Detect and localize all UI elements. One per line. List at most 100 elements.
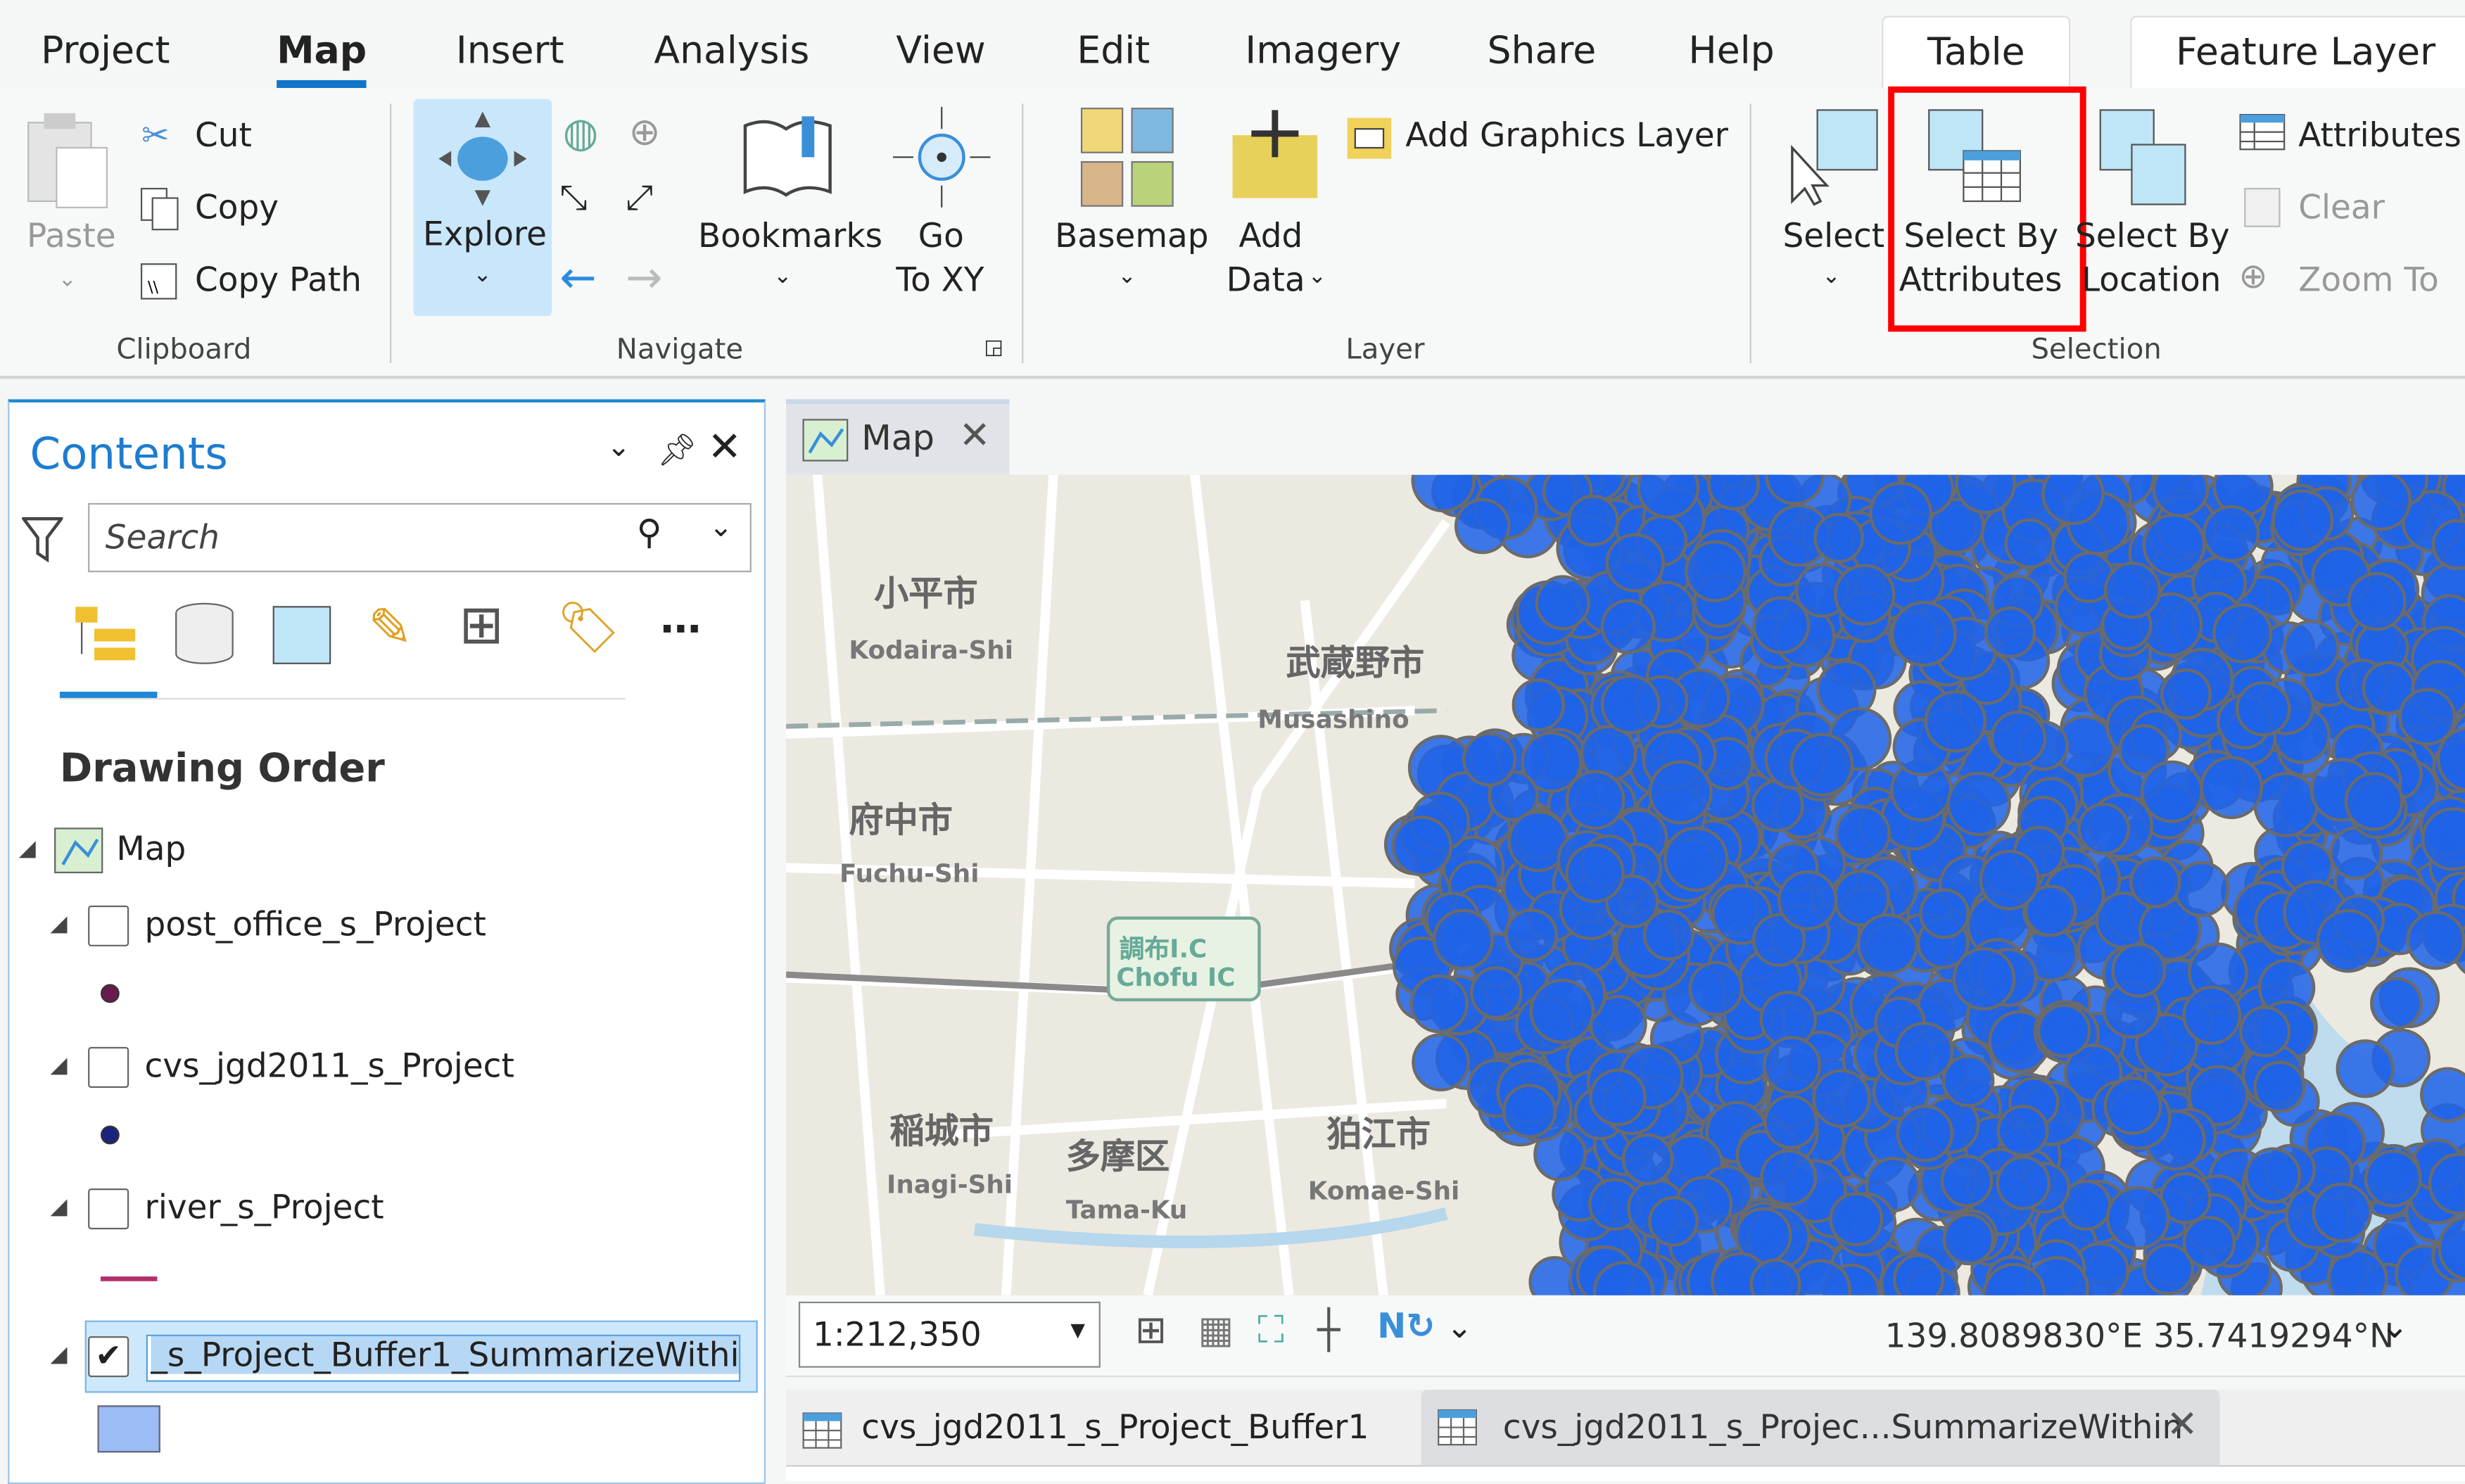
buffer-point [2431, 519, 2465, 571]
list-by-selection-icon[interactable] [267, 600, 336, 669]
point-symbol[interactable] [100, 984, 120, 1003]
layer-name-edit[interactable]: _s_Project_Buffer1_SummarizeWithin [146, 1334, 741, 1382]
explore-button[interactable]: Explore ⌄ [413, 99, 552, 317]
buffer-point [2077, 802, 2130, 856]
filter-icon[interactable] [22, 516, 63, 563]
map-view-tab[interactable]: Map ✕ [786, 399, 1010, 475]
select-by-location-icon [2099, 109, 2186, 205]
table-view [786, 1465, 2465, 1481]
buffer-point [1924, 690, 1987, 753]
buffer-point [2004, 518, 2055, 569]
guides-icon[interactable]: ┼ [1317, 1308, 1340, 1352]
polygon-symbol[interactable] [97, 1405, 160, 1453]
line-symbol[interactable] [100, 1276, 158, 1281]
buffer-point [1462, 732, 1517, 787]
north-arrow-icon[interactable]: N↻ [1377, 1308, 1435, 1347]
zoom-to-icon: ⊕ [2238, 258, 2268, 298]
close-icon[interactable]: ✕ [2167, 1402, 2198, 1447]
tab-edit[interactable]: Edit [1077, 28, 1150, 72]
table-tab-buffer1[interactable]: cvs_jgd2011_s_Project_Buffer1 [786, 1396, 1415, 1465]
layer-name: river_s_Project [144, 1188, 384, 1226]
buffer-point [1891, 600, 1957, 667]
layer-visibility-checkbox[interactable] [88, 1188, 129, 1230]
tab-map[interactable]: Map [277, 28, 367, 89]
buffer-point [2364, 1149, 2422, 1207]
map-node-label[interactable]: Map [116, 830, 186, 868]
close-icon[interactable]: ✕ [959, 414, 991, 458]
full-extent-icon[interactable]: ◍ [563, 110, 599, 157]
tab-insert[interactable]: Insert [456, 28, 564, 72]
tab-analysis[interactable]: Analysis [654, 28, 809, 72]
add-data-icon [1232, 110, 1318, 198]
divider [1022, 103, 1024, 364]
collapse-icon[interactable]: ◢ [50, 1195, 67, 1220]
buffer-point [2105, 1186, 2170, 1250]
previous-extent-icon[interactable]: ← [559, 251, 596, 303]
collapse-icon[interactable]: ◢ [50, 1343, 67, 1368]
copy-path-label: Copy Path [195, 260, 362, 299]
chevron-down-icon[interactable]: ⌄ [2380, 1308, 2409, 1347]
snapping-icon[interactable]: ⛶ [1257, 1308, 1284, 1352]
fixed-zoom-in-icon[interactable]: ⤡ [559, 179, 587, 219]
divider [59, 697, 626, 700]
scale-dropdown[interactable]: 1:212,350 ▼ [798, 1301, 1101, 1368]
list-by-source-icon[interactable] [170, 600, 239, 669]
next-extent-icon[interactable]: → [626, 251, 662, 303]
zoom-to-selection-icon[interactable]: ⊕ [629, 110, 661, 154]
pin-icon[interactable]: 📌︎ [657, 431, 697, 469]
layer-visibility-checkbox[interactable] [88, 905, 129, 946]
buffer-point [2236, 681, 2291, 737]
buffer-point [2253, 1060, 2306, 1113]
buffer-point [1565, 843, 1625, 903]
search-input[interactable]: Search ⚲ ⌄ [88, 502, 752, 573]
chevron-down-icon[interactable]: ⌄ [709, 511, 733, 544]
buffer-point [2212, 603, 2273, 664]
chevron-down-icon: ⌄ [473, 262, 492, 288]
tab-share[interactable]: Share [1487, 28, 1596, 72]
bookmarks-label: Bookmarks [697, 217, 883, 255]
layer-visibility-checkbox[interactable] [88, 1046, 129, 1088]
grid-icon[interactable]: ▦ [1198, 1308, 1234, 1352]
buffer-point [2370, 977, 2423, 1030]
explore-label: Explore [422, 215, 547, 253]
buffer-point [1952, 947, 2016, 1010]
tab-feature-layer[interactable]: Feature Layer [2130, 15, 2465, 89]
buffer-point [2312, 1182, 2372, 1243]
buffer-point [1856, 913, 1919, 975]
tab-view[interactable]: View [896, 28, 985, 72]
more-icon[interactable]: ⋯ [660, 607, 701, 654]
chevron-down-icon[interactable]: ⌄ [1446, 1308, 1472, 1346]
buffer-point [1749, 1258, 1801, 1295]
list-by-snapping-icon[interactable]: ⊞ [459, 594, 504, 657]
buffer-point [1469, 966, 1523, 1020]
clear-selection-icon [2244, 187, 2281, 227]
map-canvas[interactable]: 小平市 Kodaira-Shi 武蔵野市 Musashino 府中市 Fuchu… [786, 474, 2465, 1295]
buffer-point [1760, 1149, 1818, 1207]
tab-project[interactable]: Project [41, 28, 170, 72]
select-label: Select [1782, 217, 1885, 255]
collapse-icon[interactable]: ◢ [19, 837, 36, 862]
layer-visibility-checkbox-checked[interactable]: ✔ [88, 1336, 129, 1378]
contents-pane: Contents ⌄ 📌︎ ✕ Search ⚲ ⌄ ✎ ⊞ 🏷︎ ⋯ Draw… [8, 399, 766, 1484]
svg-text:\\: \\ [148, 279, 159, 297]
list-by-editing-icon[interactable]: ✎ [368, 597, 413, 660]
table-tab-summarize-within[interactable]: cvs_jgd2011_s_Projec...SummarizeWithin ✕ [1421, 1389, 2220, 1466]
add-grid-icon[interactable]: ⊞ [1135, 1308, 1167, 1352]
dialog-launcher-icon[interactable]: ◲ [984, 336, 1003, 360]
buffer-point [2244, 1147, 2301, 1204]
chevron-down-icon[interactable]: ⌄ [607, 431, 630, 464]
attributes-icon [2239, 113, 2286, 151]
fixed-zoom-out-icon[interactable]: ⤢ [626, 179, 653, 219]
point-symbol[interactable] [100, 1125, 120, 1145]
search-icon[interactable]: ⚲ [637, 514, 662, 554]
list-by-drawing-order-icon[interactable] [69, 600, 141, 669]
tab-help[interactable]: Help [1688, 28, 1774, 72]
buffer-point [2203, 505, 2260, 563]
tab-table[interactable]: Table [1882, 15, 2071, 89]
collapse-icon[interactable]: ◢ [50, 1053, 67, 1079]
close-icon[interactable]: ✕ [707, 424, 742, 471]
list-by-labeling-icon[interactable]: 🏷︎ [557, 597, 621, 657]
collapse-icon[interactable]: ◢ [50, 912, 67, 937]
buffer-point [1829, 1192, 1884, 1247]
tab-imagery[interactable]: Imagery [1245, 28, 1401, 72]
